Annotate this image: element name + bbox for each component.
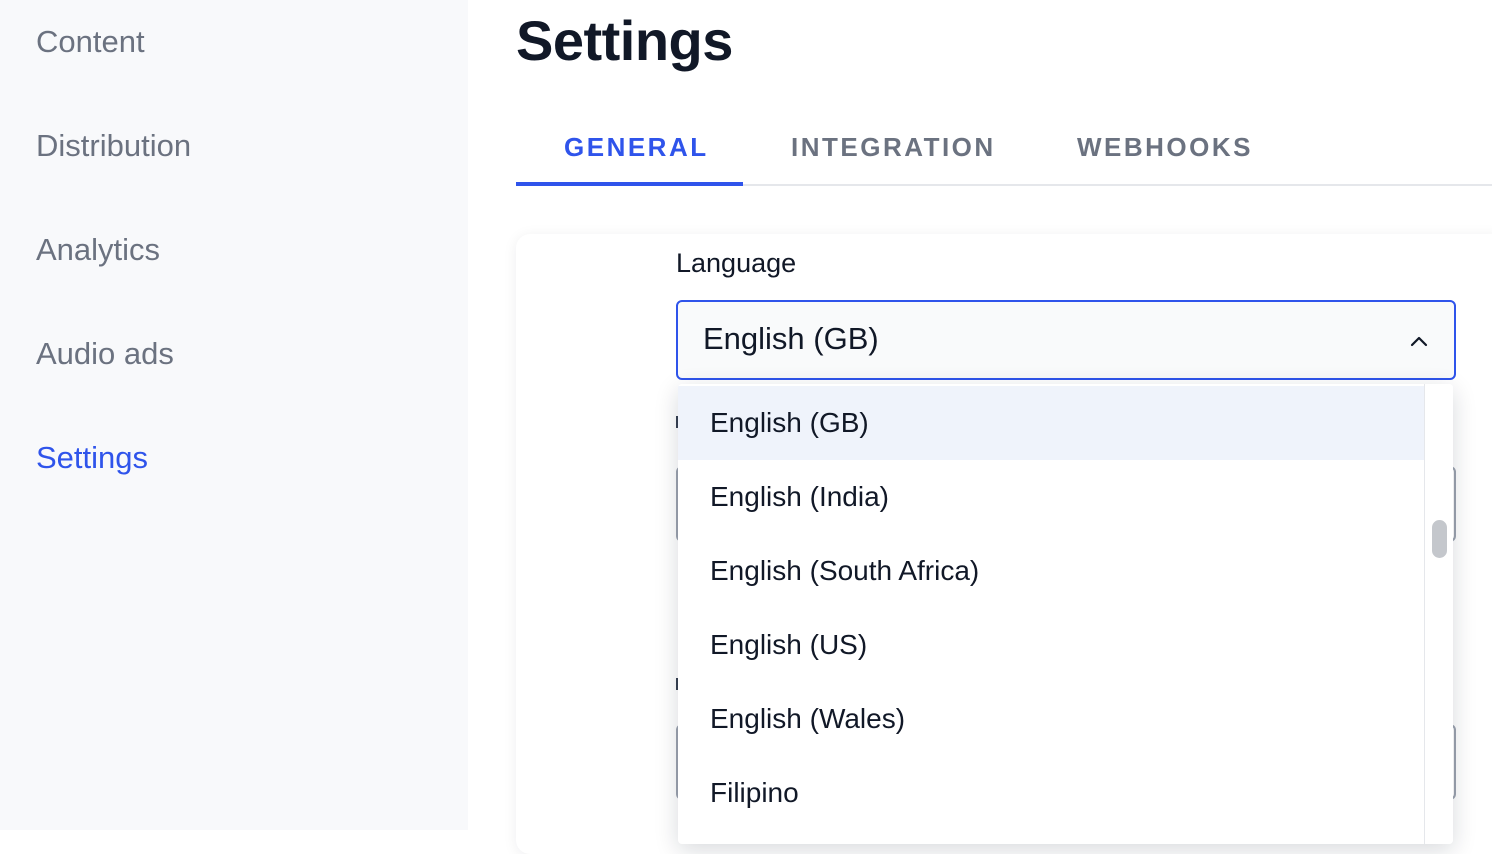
language-option-filipino[interactable]: Filipino [678,756,1424,830]
language-dropdown-menu: English (GB) English (India) English (So… [678,384,1453,844]
active-tab-indicator [516,182,743,186]
tab-general[interactable]: GENERAL [564,132,709,163]
sidebar: Content Distribution Analytics Audio ads… [0,0,468,830]
dropdown-scrollbar-thumb[interactable] [1432,520,1447,558]
language-option-english-india[interactable]: English (India) [678,460,1424,534]
chevron-up-icon [1410,336,1428,347]
language-option-english-gb[interactable]: English (GB) [678,386,1424,460]
settings-tabs: GENERAL INTEGRATION WEBHOOKS [516,116,1492,186]
language-option-english-us[interactable]: English (US) [678,608,1424,682]
sidebar-item-content[interactable]: Content [36,24,145,60]
sidebar-item-distribution[interactable]: Distribution [36,128,191,164]
language-select[interactable]: English (GB) [676,300,1456,380]
language-label: Language [676,248,797,278]
language-select-value: English (GB) [703,321,879,356]
language-option-english-south-africa[interactable]: English (South Africa) [678,534,1424,608]
dropdown-scrollbar[interactable] [1424,384,1453,844]
page-title: Settings [516,9,733,72]
language-option-english-wales[interactable]: English (Wales) [678,682,1424,756]
sidebar-item-settings[interactable]: Settings [36,440,148,476]
tab-integration[interactable]: INTEGRATION [791,132,996,163]
sidebar-item-audio-ads[interactable]: Audio ads [36,336,174,372]
sidebar-item-analytics[interactable]: Analytics [36,232,160,268]
tab-webhooks[interactable]: WEBHOOKS [1077,132,1253,163]
